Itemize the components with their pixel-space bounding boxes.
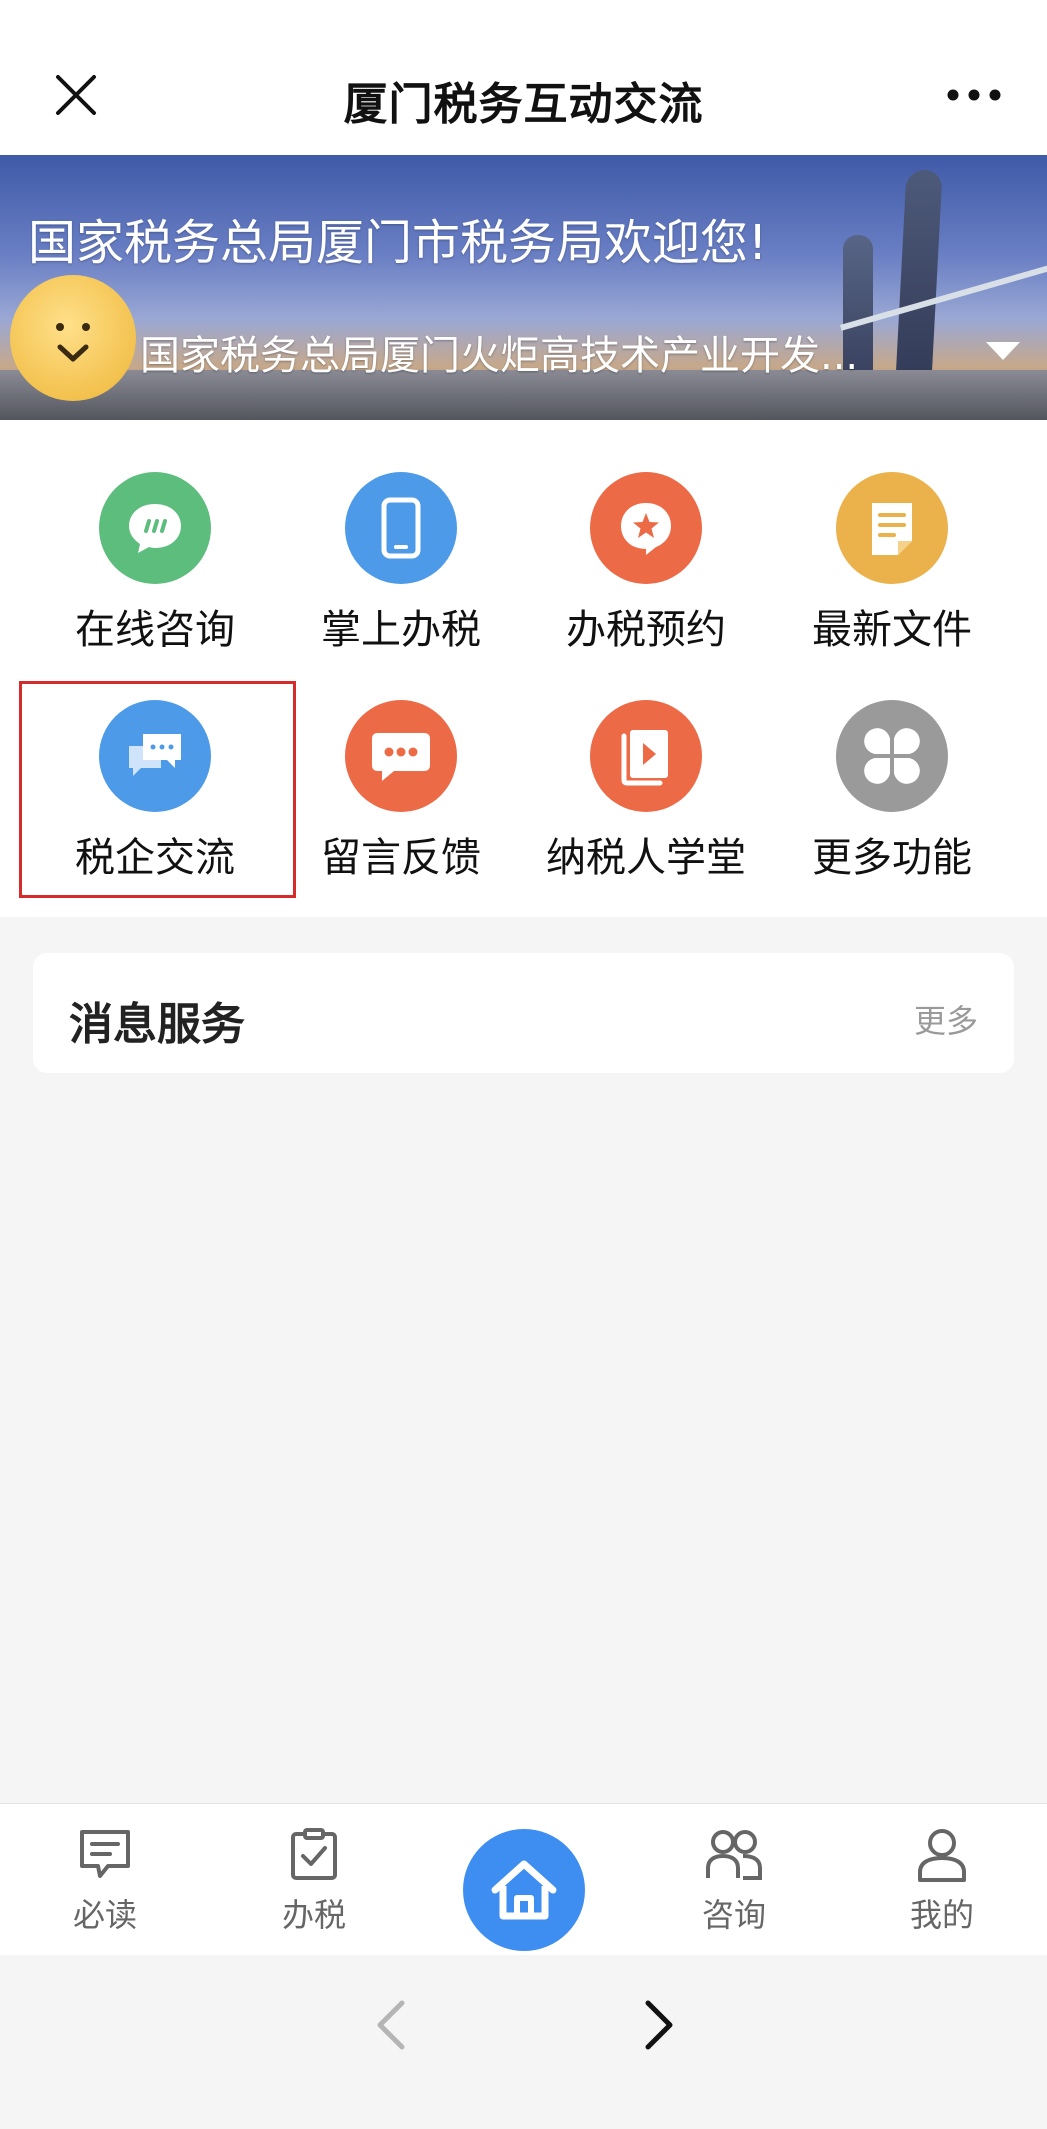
more-options-button[interactable] bbox=[939, 70, 1009, 120]
chat-bubble-icon bbox=[99, 472, 211, 584]
back-arrow-icon[interactable] bbox=[370, 1995, 410, 2055]
grid-item-label: 留言反馈 bbox=[321, 835, 481, 881]
clipboard-icon bbox=[291, 1828, 337, 1880]
grid-item-feedback[interactable]: 留言反馈 bbox=[278, 700, 524, 910]
home-icon bbox=[491, 1860, 557, 1920]
title-bar: 厦门税务互动交流 bbox=[0, 0, 1047, 155]
app-page: 厦门税务互动交流 国家税务总局厦门市税务局欢迎您! 国家税务总局厦门火炬高技术产… bbox=[0, 0, 1047, 2129]
people-icon bbox=[706, 1830, 762, 1880]
nav-item-mine[interactable]: 我的 bbox=[862, 1804, 1022, 1956]
page-title: 厦门税务互动交流 bbox=[343, 79, 704, 130]
grid-item-label: 掌上办税 bbox=[321, 607, 481, 653]
grid-item-label: 纳税人学堂 bbox=[546, 835, 746, 881]
message-dots-icon bbox=[345, 700, 457, 812]
welcome-text: 国家税务总局厦门市税务局欢迎您! bbox=[28, 215, 768, 271]
nav-item-consult[interactable]: 咨询 bbox=[654, 1804, 814, 1956]
document-icon bbox=[836, 472, 948, 584]
organization-selector[interactable]: 国家税务总局厦门火炬高技术产业开发... bbox=[140, 320, 1020, 384]
smile-face-icon bbox=[56, 323, 90, 362]
read-icon bbox=[80, 1830, 130, 1878]
mobile-phone-icon bbox=[345, 472, 457, 584]
caret-down-icon bbox=[986, 342, 1020, 360]
organization-name: 国家税务总局厦门火炬高技术产业开发... bbox=[140, 333, 859, 379]
grid-item-appointment[interactable]: 办税预约 bbox=[523, 472, 769, 682]
browser-navigation bbox=[0, 1955, 1047, 2129]
grid-item-taxpayer-school[interactable]: 纳税人学堂 bbox=[523, 700, 769, 910]
nav-item-must-read[interactable]: 必读 bbox=[25, 1804, 185, 1956]
selection-highlight bbox=[19, 681, 296, 898]
smiley-avatar[interactable] bbox=[10, 275, 136, 401]
forward-arrow-icon[interactable] bbox=[640, 1995, 680, 2055]
grid-item-latest-files[interactable]: 最新文件 bbox=[769, 472, 1015, 682]
nav-label: 咨询 bbox=[701, 1896, 766, 1934]
message-service-card: 消息服务 更多 bbox=[33, 953, 1014, 1073]
nav-label: 办税 bbox=[281, 1896, 346, 1934]
video-book-icon bbox=[590, 700, 702, 812]
grid-item-more-functions[interactable]: 更多功能 bbox=[769, 700, 1015, 910]
home-button[interactable] bbox=[463, 1829, 585, 1951]
user-icon bbox=[918, 1829, 966, 1882]
grid-item-mobile-tax[interactable]: 掌上办税 bbox=[278, 472, 524, 682]
grid-item-label: 更多功能 bbox=[812, 835, 972, 881]
grid-item-online-consult[interactable]: 在线咨询 bbox=[32, 472, 278, 682]
section-title: 消息服务 bbox=[69, 999, 245, 1050]
grid-item-label: 办税预约 bbox=[566, 607, 726, 653]
grid-item-label: 在线咨询 bbox=[75, 607, 235, 653]
grid-item-label: 最新文件 bbox=[812, 607, 972, 653]
nav-label: 我的 bbox=[909, 1896, 974, 1934]
welcome-banner: 国家税务总局厦门市税务局欢迎您! 国家税务总局厦门火炬高技术产业开发... bbox=[0, 155, 1047, 420]
star-bubble-icon bbox=[590, 472, 702, 584]
nav-label: 必读 bbox=[72, 1896, 137, 1934]
nav-item-tax[interactable]: 办税 bbox=[234, 1804, 394, 1956]
ellipsis-icon bbox=[947, 89, 1001, 101]
four-petal-icon bbox=[836, 700, 948, 812]
more-link[interactable]: 更多 bbox=[914, 996, 978, 1042]
